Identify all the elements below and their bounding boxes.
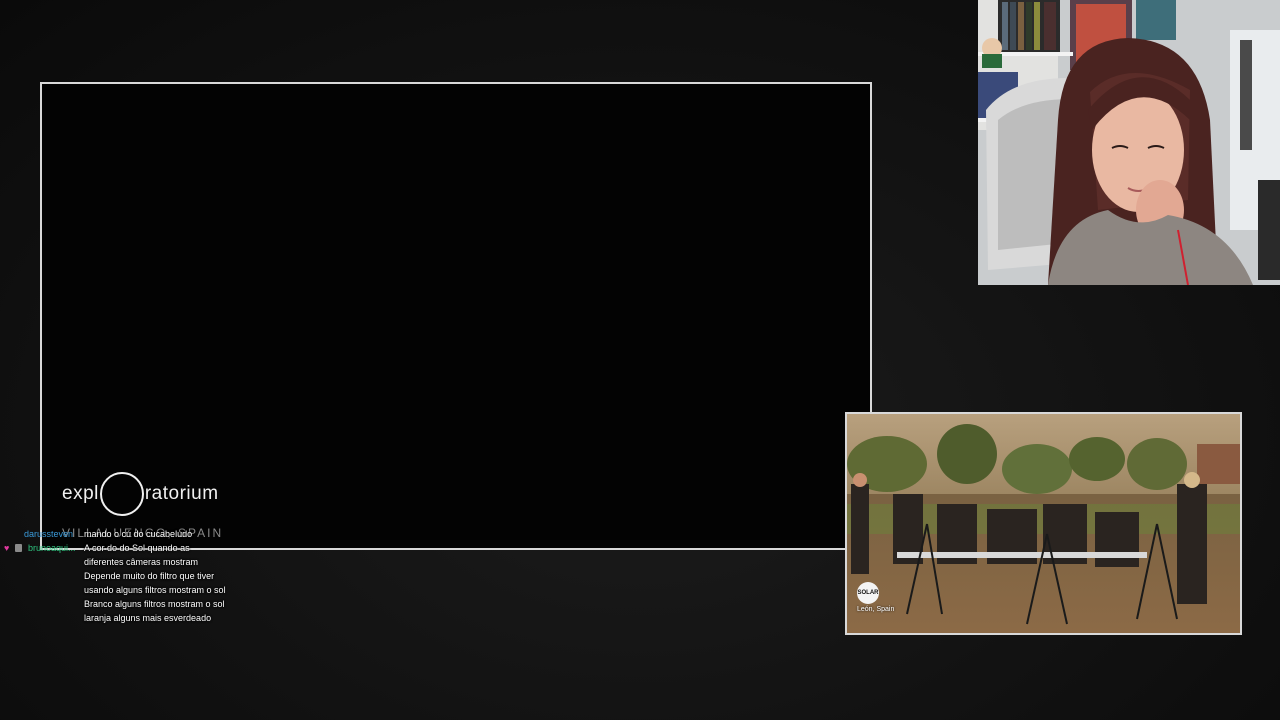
logo-text-left: expl	[62, 483, 99, 504]
stream-layout: expl ratorium VILLALUENGO, SPAIN SOLAR L…	[0, 0, 1280, 720]
webcam-scene	[978, 0, 1280, 285]
chat-message: Depende muito do filtro que tiver	[0, 569, 260, 583]
eclipse-video-feed[interactable]: expl ratorium VILLALUENGO, SPAIN	[40, 82, 872, 550]
chat-message: usando alguns filtros mostram o sol	[0, 583, 260, 597]
chat-text: A cor do do Sol quando as	[84, 543, 190, 553]
chat-message: ♥ brunoaqui... A cor do do Sol quando as	[0, 541, 260, 555]
chat-text: diferentes câmeras mostram	[84, 557, 199, 567]
chat-username[interactable]: darussteven	[24, 527, 73, 541]
logo-ring-icon	[99, 472, 144, 516]
chat-text: usando alguns filtros mostram o sol	[84, 585, 226, 595]
chat-text: Branco alguns filtros mostram o sol	[84, 599, 225, 609]
logo-text-right: ratorium	[144, 483, 219, 504]
observers-location-caption: León, Spain	[857, 606, 895, 613]
chat-message: laranja alguns mais esverdeado	[0, 611, 260, 625]
chat-overlay: darussteven mando o cú do cucabeludo ♥ b…	[0, 527, 260, 625]
chat-text: laranja alguns mais esverdeado	[84, 613, 212, 623]
solar-badge-icon: SOLAR	[857, 582, 879, 604]
chat-text: Depende muito do filtro que tiver	[84, 571, 215, 581]
chat-text: mando o cú do cucabeludo	[84, 529, 193, 539]
chat-message: diferentes câmeras mostram	[0, 555, 260, 569]
streamer-webcam	[978, 0, 1280, 285]
observers-scene	[847, 414, 1240, 633]
exploratorium-logo: expl ratorium	[62, 472, 219, 516]
subscriber-badge-icon	[15, 544, 22, 552]
chat-message: darussteven mando o cú do cucabeludo	[0, 527, 260, 541]
chat-username[interactable]: brunoaqui...	[28, 541, 76, 555]
chat-message: Branco alguns filtros mostram o sol	[0, 597, 260, 611]
heart-icon: ♥	[4, 543, 10, 553]
observers-video-feed[interactable]: SOLAR León, Spain	[845, 412, 1242, 635]
